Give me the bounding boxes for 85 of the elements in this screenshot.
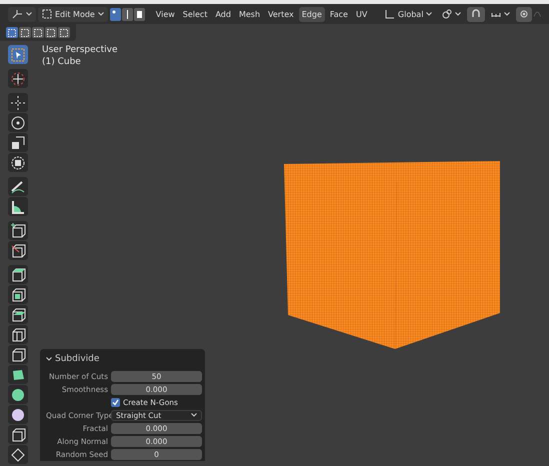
- menu-item[interactable]: View: [152, 6, 178, 22]
- tool-button[interactable]: [8, 365, 28, 384]
- magnet-icon: [471, 9, 482, 19]
- menu-item[interactable]: Mesh: [236, 6, 264, 22]
- tool-button[interactable]: [8, 425, 28, 444]
- falloff-icon: [534, 10, 541, 18]
- menu-item[interactable]: UV: [352, 6, 370, 22]
- knife-icon: [10, 242, 26, 258]
- axes-icon: [384, 9, 395, 19]
- link-icon: [442, 9, 452, 19]
- add-cube-icon: [10, 222, 26, 238]
- axes-icon: [12, 9, 23, 19]
- select-box-icon: [8, 28, 16, 36]
- tool-button[interactable]: [8, 241, 28, 260]
- object-name: (1) Cube: [42, 57, 82, 67]
- tool-button[interactable]: [8, 445, 28, 464]
- menu-item[interactable]: Edge: [298, 6, 325, 22]
- tool-button[interactable]: [8, 153, 28, 172]
- chevron-icon: [504, 12, 510, 16]
- tool-button[interactable]: [8, 405, 28, 424]
- tool-button[interactable]: [8, 221, 28, 240]
- tool-button[interactable]: [8, 265, 28, 284]
- selection-mode-button[interactable]: [58, 27, 70, 38]
- chevron-icon: [191, 413, 197, 417]
- extrude-icon: [10, 266, 26, 282]
- sphere-icon: [10, 406, 26, 422]
- tool-button[interactable]: [8, 93, 28, 112]
- move-icon: [10, 94, 26, 110]
- bevel-icon: [10, 306, 26, 322]
- chevron-icon: [26, 12, 32, 16]
- proportional-toggle[interactable]: [516, 6, 532, 22]
- cube-icon: [10, 426, 26, 442]
- view-name: User Perspective: [42, 45, 118, 55]
- crosshair-icon: [10, 70, 26, 86]
- menu-item[interactable]: Add: [212, 6, 234, 22]
- vertex-select-button[interactable]: [110, 8, 121, 20]
- mesh-icon: [42, 9, 52, 19]
- menu-item[interactable]: Vertex: [265, 6, 297, 22]
- spin-icon: [10, 386, 26, 402]
- selection-mode-button[interactable]: [45, 27, 57, 38]
- loop-cut-icon: [10, 326, 26, 342]
- tool-button[interactable]: [8, 197, 28, 216]
- face-icon: [136, 10, 143, 18]
- edge-select-button[interactable]: [122, 8, 133, 20]
- tool-button[interactable]: [8, 69, 28, 88]
- tool-button[interactable]: [8, 345, 28, 364]
- panel-title: Subdivide: [55, 354, 100, 364]
- dot-icon: [520, 10, 528, 18]
- mode-dropdown[interactable]: Edit Mode: [38, 6, 108, 22]
- randomize-icon: [10, 446, 26, 462]
- menu-item[interactable]: Face: [326, 6, 351, 22]
- ruler-icon: [10, 198, 26, 214]
- editor-type-button[interactable]: [8, 6, 36, 22]
- menu-item[interactable]: Select: [180, 6, 210, 22]
- select-box-icon: [34, 28, 42, 36]
- scale-icon: [10, 134, 26, 150]
- checkmark-icon: [112, 398, 119, 406]
- select-box-icon: [60, 28, 68, 36]
- tool-button[interactable]: [8, 45, 28, 64]
- tool-button[interactable]: [8, 305, 28, 324]
- selection-mode-button[interactable]: [32, 27, 44, 38]
- transform-icon: [10, 154, 26, 170]
- chevron-icon: [98, 12, 104, 16]
- cube-icon: [10, 346, 26, 362]
- chevron-icon: [455, 12, 462, 16]
- select-box-icon: [47, 28, 55, 36]
- snap-toggle[interactable]: [467, 6, 486, 22]
- tool-button[interactable]: [8, 325, 28, 344]
- chevron-icon: [46, 357, 52, 361]
- increment-icon: [491, 10, 502, 18]
- selection-mode-button[interactable]: [6, 27, 18, 38]
- face-select-button[interactable]: [134, 8, 145, 20]
- select-box-icon: [21, 28, 29, 36]
- tool-button[interactable]: [8, 177, 28, 196]
- tool-button[interactable]: [8, 113, 28, 132]
- tool-button[interactable]: [8, 133, 28, 152]
- checkbox[interactable]: [111, 398, 120, 406]
- tool-button[interactable]: [8, 385, 28, 404]
- selection-mode-button[interactable]: [19, 27, 31, 38]
- orientation-dropdown[interactable]: Global: [380, 6, 436, 22]
- pencil-icon: [10, 178, 26, 194]
- inset-icon: [10, 286, 26, 302]
- rotate-icon: [10, 114, 26, 130]
- tool-button[interactable]: [8, 285, 28, 304]
- chevron-icon: [426, 12, 432, 16]
